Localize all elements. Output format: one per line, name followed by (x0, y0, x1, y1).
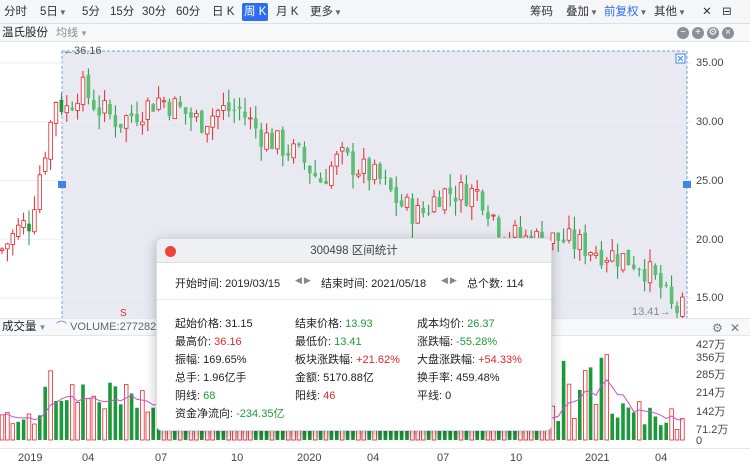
chevron-down-icon: ▼ (38, 323, 47, 332)
max-price-label: ←36.16 (63, 45, 102, 57)
total-count: 总个数: 114 (467, 278, 524, 290)
chips-button[interactable]: 筹码 (530, 0, 553, 24)
price-tick: 25.00 (696, 175, 724, 187)
volume-tick: 0 (696, 435, 703, 447)
volume-tick: 142万 (696, 406, 726, 418)
other-button[interactable]: 其他▼ (654, 0, 686, 24)
total-hands: 总手: 1.96亿手 (175, 372, 247, 384)
settings-icon[interactable]: ⚙ (712, 321, 723, 335)
change-pct: 涨跌幅: -55.28% (417, 336, 498, 348)
stock-name: 温氏股份 (2, 27, 48, 39)
ma-label[interactable]: 均线 ▼ (56, 24, 88, 43)
date-tick: 10 (231, 452, 244, 464)
marker-s: S (120, 308, 127, 318)
close-selection-icon[interactable] (675, 53, 686, 64)
tab-intraday[interactable]: 分时 (4, 0, 27, 24)
chevron-down-icon: ▼ (80, 29, 88, 38)
dialog-title: 300498 区间统计 (157, 239, 551, 263)
settings-icon[interactable]: ⚙ (707, 27, 719, 39)
date-tick: 10 (510, 452, 523, 464)
start-arrows[interactable]: ◀▶ (295, 275, 313, 286)
chevron-down-icon: ▼ (590, 8, 598, 17)
date-axis: 2019 04 07 10 2020 04 07 10 2021 04 (0, 448, 750, 471)
date-tick: 04 (367, 452, 380, 464)
range-handle-right[interactable] (683, 180, 691, 188)
period-toolbar: 分时 5日▼ 5分 15分 30分 60分 日 K 周 K 月 K 更多▼ 筹码… (0, 0, 750, 24)
net-flow: 资金净流向: -234.35亿 (175, 408, 285, 420)
tab-5min[interactable]: 5分 (82, 0, 100, 24)
tab-daily-k[interactable]: 日 K (212, 0, 234, 24)
close-icon[interactable]: ✕ (700, 0, 714, 24)
end-price: 结束价格: 13.93 (295, 318, 373, 330)
start-time: 开始时间: 2019/03/15 (175, 278, 281, 290)
price-tick: 35.00 (696, 57, 724, 69)
chevron-down-icon: ▼ (334, 8, 342, 17)
main-chart-header: 温氏股份 均线 ▼ − + ⚙ × (0, 24, 750, 42)
volume-tick: 285万 (696, 369, 726, 381)
zoom-in-icon[interactable]: + (692, 27, 704, 39)
amount: 金额: 5170.88亿 (295, 372, 374, 384)
date-tick: 07 (155, 452, 168, 464)
turnover: 换手率: 459.48% (417, 372, 500, 384)
date-tick: 04 (655, 452, 668, 464)
price-tick: 30.00 (696, 116, 724, 128)
range-handle-left[interactable] (58, 180, 66, 188)
high-price: 最高价: 36.16 (175, 336, 242, 348)
zoom-out-icon[interactable]: − (677, 27, 689, 39)
volume-tick: 356万 (696, 352, 726, 364)
overlay-button[interactable]: 叠加▼ (566, 0, 598, 24)
end-time: 结束时间: 2021/05/18 (321, 278, 427, 290)
price-tick: 15.00 (696, 292, 724, 304)
forward-adjust-button[interactable]: 前复权▼ (604, 0, 647, 24)
up-count: 阳线: 46 (295, 390, 336, 402)
tab-monthly-k[interactable]: 月 K (276, 0, 298, 24)
close-button[interactable] (165, 246, 176, 257)
tab-60min[interactable]: 60分 (176, 0, 200, 24)
volume-tick: 214万 (696, 387, 726, 399)
date-tick: 2020 (297, 452, 322, 464)
chevron-down-icon: ▼ (639, 8, 648, 17)
flat-count: 平线: 0 (417, 390, 452, 402)
volume-title[interactable]: 成交量 ▼ (2, 319, 46, 336)
down-count: 阴线: 68 (175, 390, 216, 402)
close-icon[interactable]: × (722, 27, 734, 39)
low-price: 最低价: 13.41 (295, 336, 362, 348)
end-arrows[interactable]: ◀▶ (441, 275, 459, 286)
volume-indicator-icon: ⌒ (56, 321, 67, 333)
avg-cost: 成本均价: 26.37 (417, 318, 495, 330)
min-price-label: 13.41→ (632, 306, 671, 318)
dialog-range: 开始时间: 2019/03/15 ◀▶ 结束时间: 2021/05/18 ◀▶ … (157, 263, 551, 300)
chevron-down-icon: ▼ (678, 8, 686, 17)
date-tick: 2019 (18, 452, 43, 464)
tab-5day[interactable]: 5日▼ (40, 0, 67, 24)
collapse-icon[interactable]: ⊟ (720, 0, 734, 24)
close-icon[interactable]: ✕ (730, 321, 740, 335)
date-tick: 04 (82, 452, 95, 464)
chevron-down-icon: ▼ (58, 8, 67, 17)
amplitude: 振幅: 169.65% (175, 354, 247, 366)
date-tick: 07 (437, 452, 450, 464)
start-price: 起始价格: 31.15 (175, 318, 253, 330)
tab-weekly-k[interactable]: 周 K (242, 3, 269, 21)
price-tick: 20.00 (696, 234, 724, 246)
interval-stats-dialog: 300498 区间统计 开始时间: 2019/03/15 ◀▶ 结束时间: 20… (156, 238, 552, 431)
sector-change: 板块涨跌幅: +21.62% (295, 354, 400, 366)
date-tick: 2021 (585, 452, 610, 464)
market-change: 大盘涨跌幅: +54.33% (417, 354, 522, 366)
tab-30min[interactable]: 30分 (142, 0, 166, 24)
tab-15min[interactable]: 15分 (110, 0, 134, 24)
tab-more[interactable]: 更多▼ (310, 0, 342, 24)
